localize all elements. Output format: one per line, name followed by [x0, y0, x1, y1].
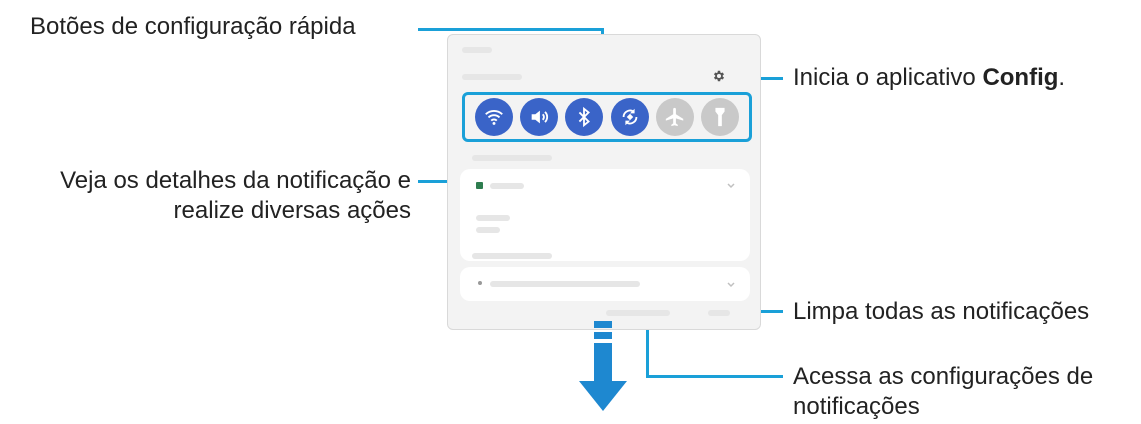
- airplane-icon: [665, 107, 684, 127]
- sound-toggle[interactable]: [519, 98, 558, 136]
- panel-date-placeholder: [462, 47, 492, 53]
- leader-line-notification-settings: [646, 375, 783, 378]
- wifi-icon: [484, 110, 503, 125]
- notification-title-placeholder: [476, 215, 510, 221]
- arrow-segment-1: [594, 321, 612, 328]
- notification-card[interactable]: [460, 169, 750, 261]
- callout-clear-all: Limpa todas as notificações: [793, 298, 1090, 325]
- notification-body-placeholder: [476, 227, 500, 233]
- dot-icon: [478, 281, 482, 285]
- clear-button[interactable]: [708, 310, 730, 316]
- airplane-toggle[interactable]: [655, 98, 694, 136]
- arrow-segment-2: [594, 332, 612, 339]
- flashlight-icon: [715, 107, 725, 127]
- app-name-placeholder: [490, 183, 524, 189]
- arrow-segment-3: [594, 343, 612, 381]
- silent-section-placeholder: [472, 253, 552, 259]
- bluetooth-icon: [579, 106, 591, 128]
- silent-notification-card[interactable]: [460, 267, 750, 301]
- leader-line-quick-settings: [418, 28, 603, 31]
- gear-icon[interactable]: [712, 69, 726, 83]
- wifi-toggle[interactable]: [474, 98, 513, 136]
- quick-settings-row: [462, 92, 752, 142]
- auto-rotate-toggle[interactable]: [610, 98, 649, 136]
- sound-icon: [531, 110, 549, 124]
- chevron-down-icon[interactable]: [726, 279, 736, 289]
- callout-notification-settings: Acessa as configurações de notificações: [793, 363, 1094, 420]
- swipe-down-arrow-icon: [579, 381, 627, 411]
- chevron-down-icon[interactable]: [726, 180, 736, 190]
- bluetooth-toggle[interactable]: [565, 98, 604, 136]
- callout-settings-app: Inicia o aplicativo Config.: [793, 64, 1066, 91]
- notification-panel: [447, 34, 761, 330]
- auto-rotate-icon: [622, 108, 637, 126]
- silent-notification-placeholder: [490, 281, 640, 287]
- panel-subtitle-placeholder: [462, 74, 522, 80]
- notification-settings-button[interactable]: [606, 310, 670, 316]
- ongoing-section-placeholder: [472, 155, 552, 161]
- callout-quick-settings: Botões de configuração rápida: [30, 13, 356, 40]
- callout-notification-details: Veja os detalhes da notificação e realiz…: [60, 167, 411, 224]
- app-icon: [476, 182, 483, 189]
- flashlight-toggle[interactable]: [701, 98, 740, 136]
